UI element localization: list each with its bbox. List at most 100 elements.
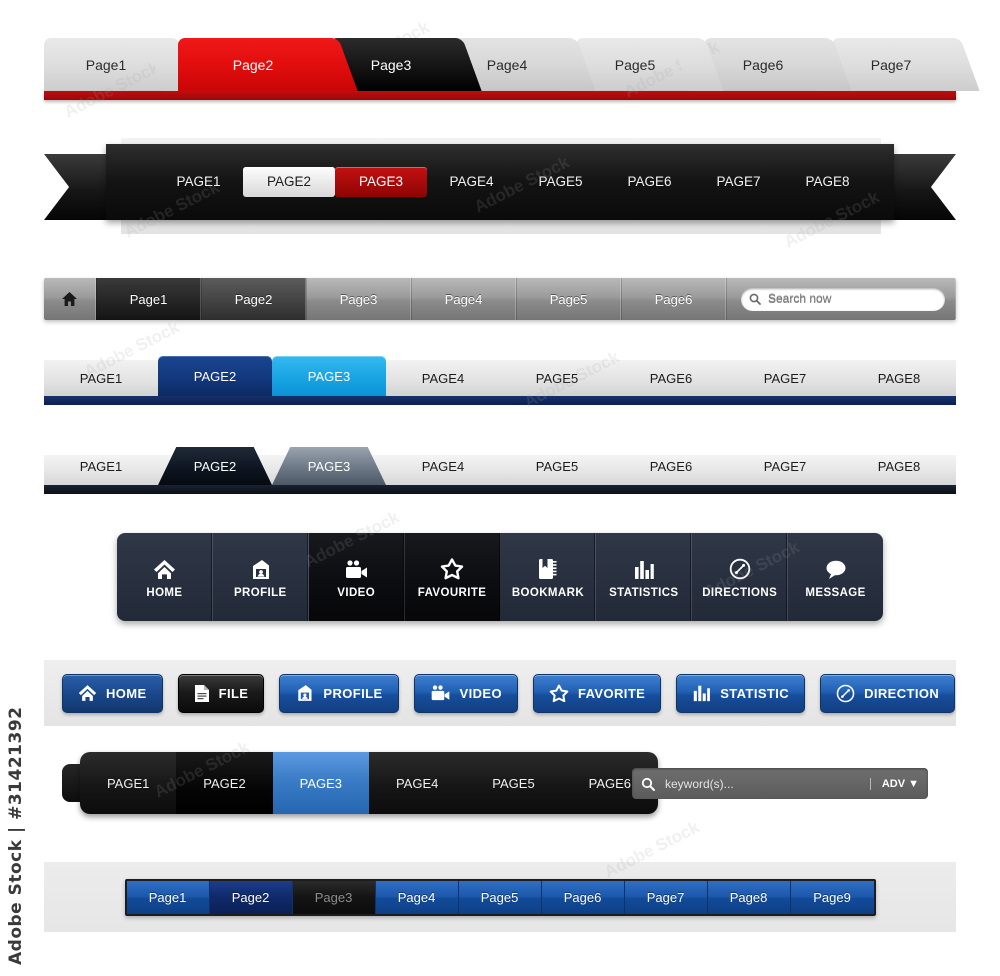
page-button-3[interactable]: Page3	[292, 880, 376, 914]
tab-page4[interactable]: PAGE4	[386, 447, 500, 485]
nav-item-page4[interactable]: PAGE4	[427, 167, 516, 197]
tab-page1[interactable]: Page1	[44, 38, 168, 91]
profile-icon	[295, 684, 314, 702]
tab-label: PAGE4	[421, 458, 465, 474]
nav-item-page3[interactable]: PAGE3	[335, 167, 427, 197]
tab-page5[interactable]: PAGE5	[500, 447, 614, 485]
page-button-1[interactable]: Page1	[126, 880, 210, 914]
icon-button-directions[interactable]: DIRECTIONS	[692, 533, 789, 621]
nav-item-page5[interactable]: PAGE5	[516, 167, 605, 197]
icon-button-message[interactable]: MESSAGE	[788, 533, 883, 621]
tab-page4[interactable]: PAGE4	[386, 360, 500, 396]
nav-item-page5[interactable]: PAGE5	[465, 752, 561, 814]
tab-page6[interactable]: Page6	[704, 38, 822, 91]
icon-button-favourite[interactable]: FAVOURITE	[404, 533, 501, 621]
nav-item-page1[interactable]: Page1	[96, 278, 201, 320]
black-ribbon-bar: PAGE1 PAGE2 PAGE3 PAGE4 PAGE5 PAGE6 PAGE…	[44, 138, 956, 234]
tab-label: Page6	[742, 56, 784, 73]
icon-button-label: STATISTICS	[609, 586, 679, 599]
button-favorite[interactable]: FAVORITE	[532, 673, 662, 713]
page-button-8[interactable]: Page8	[707, 880, 791, 914]
tab-page7[interactable]: PAGE7	[728, 447, 842, 485]
button-statistic[interactable]: STATISTIC	[676, 673, 806, 713]
nav-label: PAGE6	[588, 775, 631, 791]
button-label: HOME	[106, 685, 147, 701]
icon-button-statistics[interactable]: STATISTICS	[596, 533, 693, 621]
search-input[interactable]: keyword(s)... ADV ▼	[632, 768, 928, 799]
tab-page8[interactable]: PAGE8	[842, 360, 956, 396]
page-button-5[interactable]: Page5	[458, 880, 542, 914]
nav-item-page3[interactable]: Page3	[306, 278, 411, 320]
nav-item-page4[interactable]: Page4	[411, 278, 516, 320]
button-video[interactable]: VIDEO	[413, 673, 518, 713]
dark-icon-button-bar: HOME PROFILE VIDEO FAVOURITE BOOKMARK ST…	[117, 533, 883, 621]
tab-page5[interactable]: PAGE5	[500, 360, 614, 396]
tab-page8[interactable]: PAGE8	[842, 447, 956, 485]
button-direction[interactable]: DIRECTION	[820, 673, 956, 713]
tab-label: Page3	[370, 56, 412, 73]
search-placeholder: Search now	[768, 292, 832, 306]
nav-item-page3[interactable]: PAGE3	[272, 752, 369, 814]
nav-label: PAGE4	[449, 174, 494, 189]
tab-page6[interactable]: PAGE6	[614, 447, 728, 485]
tab-page3[interactable]: PAGE3	[272, 356, 386, 396]
page-button-7[interactable]: Page7	[624, 880, 708, 914]
pagination-group: Page1 Page2 Page3 Page4 Page5 Page6 Page…	[124, 878, 876, 916]
nav-item-page6[interactable]: Page6	[621, 278, 726, 320]
icon-button-home[interactable]: HOME	[117, 533, 213, 621]
button-profile[interactable]: PROFILE	[279, 673, 399, 713]
nav-item-page4[interactable]: PAGE4	[369, 752, 465, 814]
tab-label: PAGE1	[79, 370, 123, 386]
speech-bubble-icon	[824, 556, 848, 580]
page-button-9[interactable]: Page9	[790, 880, 874, 914]
page-label: Page8	[729, 889, 768, 905]
nav-item-page6[interactable]: PAGE6	[605, 167, 694, 197]
tab-page3[interactable]: PAGE3	[272, 447, 386, 485]
nav-item-page8[interactable]: PAGE8	[783, 167, 872, 197]
tab-page7[interactable]: PAGE7	[728, 360, 842, 396]
search-cell: Search now	[726, 278, 956, 320]
nav-label: Page1	[129, 291, 168, 307]
page-button-2[interactable]: Page2	[209, 880, 293, 914]
nav-label: PAGE4	[395, 775, 439, 791]
red-3d-tab-bar: Page1 Page2 Page3 Page4 Page5 Page6 Page…	[44, 38, 956, 100]
video-camera-icon	[344, 556, 369, 580]
page-button-6[interactable]: Page6	[541, 880, 625, 914]
nav-item-page5[interactable]: Page5	[516, 278, 621, 320]
home-button[interactable]	[44, 278, 96, 320]
active-underline	[44, 91, 956, 100]
tab-page5[interactable]: Page5	[576, 38, 694, 91]
nav-item-page2[interactable]: Page2	[201, 278, 306, 320]
tab-page2[interactable]: PAGE2	[158, 356, 272, 396]
button-file[interactable]: FILE	[177, 673, 265, 713]
tab-page1[interactable]: PAGE1	[44, 447, 158, 485]
tab-page7[interactable]: Page7	[832, 38, 950, 91]
icon-button-video[interactable]: VIDEO	[308, 533, 405, 621]
tab-page2[interactable]: PAGE2	[158, 447, 272, 485]
grey-gradient-nav-bar: Page1 Page2 Page3 Page4 Page5 Page6 Sear…	[44, 278, 956, 320]
nav-item-page7[interactable]: PAGE7	[694, 167, 783, 197]
icon-button-label: HOME	[146, 586, 183, 599]
tab-label: Page5	[614, 56, 656, 73]
icon-button-profile[interactable]: PROFILE	[213, 533, 309, 621]
tab-label: PAGE1	[79, 458, 123, 474]
nav-item-page1[interactable]: PAGE1	[80, 752, 176, 814]
tab-label: PAGE6	[649, 458, 693, 474]
icon-button-bookmark[interactable]: BOOKMARK	[501, 533, 597, 621]
tab-page6[interactable]: PAGE6	[614, 360, 728, 396]
nav-label: Page3	[339, 291, 378, 307]
adv-dropdown[interactable]: ADV ▼	[869, 777, 919, 790]
search-icon	[749, 293, 761, 305]
tab-label: PAGE5	[535, 370, 579, 386]
search-placeholder: keyword(s)...	[665, 776, 734, 791]
page-button-4[interactable]: Page4	[375, 880, 459, 914]
search-input[interactable]: Search now	[741, 287, 945, 311]
nav-label: PAGE3	[358, 174, 404, 189]
button-home[interactable]: HOME	[62, 673, 163, 713]
tab-page2[interactable]: Page2	[178, 38, 328, 91]
nav-item-page1[interactable]: PAGE1	[154, 167, 243, 197]
tab-page1[interactable]: PAGE1	[44, 360, 158, 396]
icon-button-label: MESSAGE	[805, 586, 866, 599]
nav-item-page2[interactable]: PAGE2	[243, 167, 335, 197]
nav-item-page2[interactable]: PAGE2	[176, 752, 273, 814]
